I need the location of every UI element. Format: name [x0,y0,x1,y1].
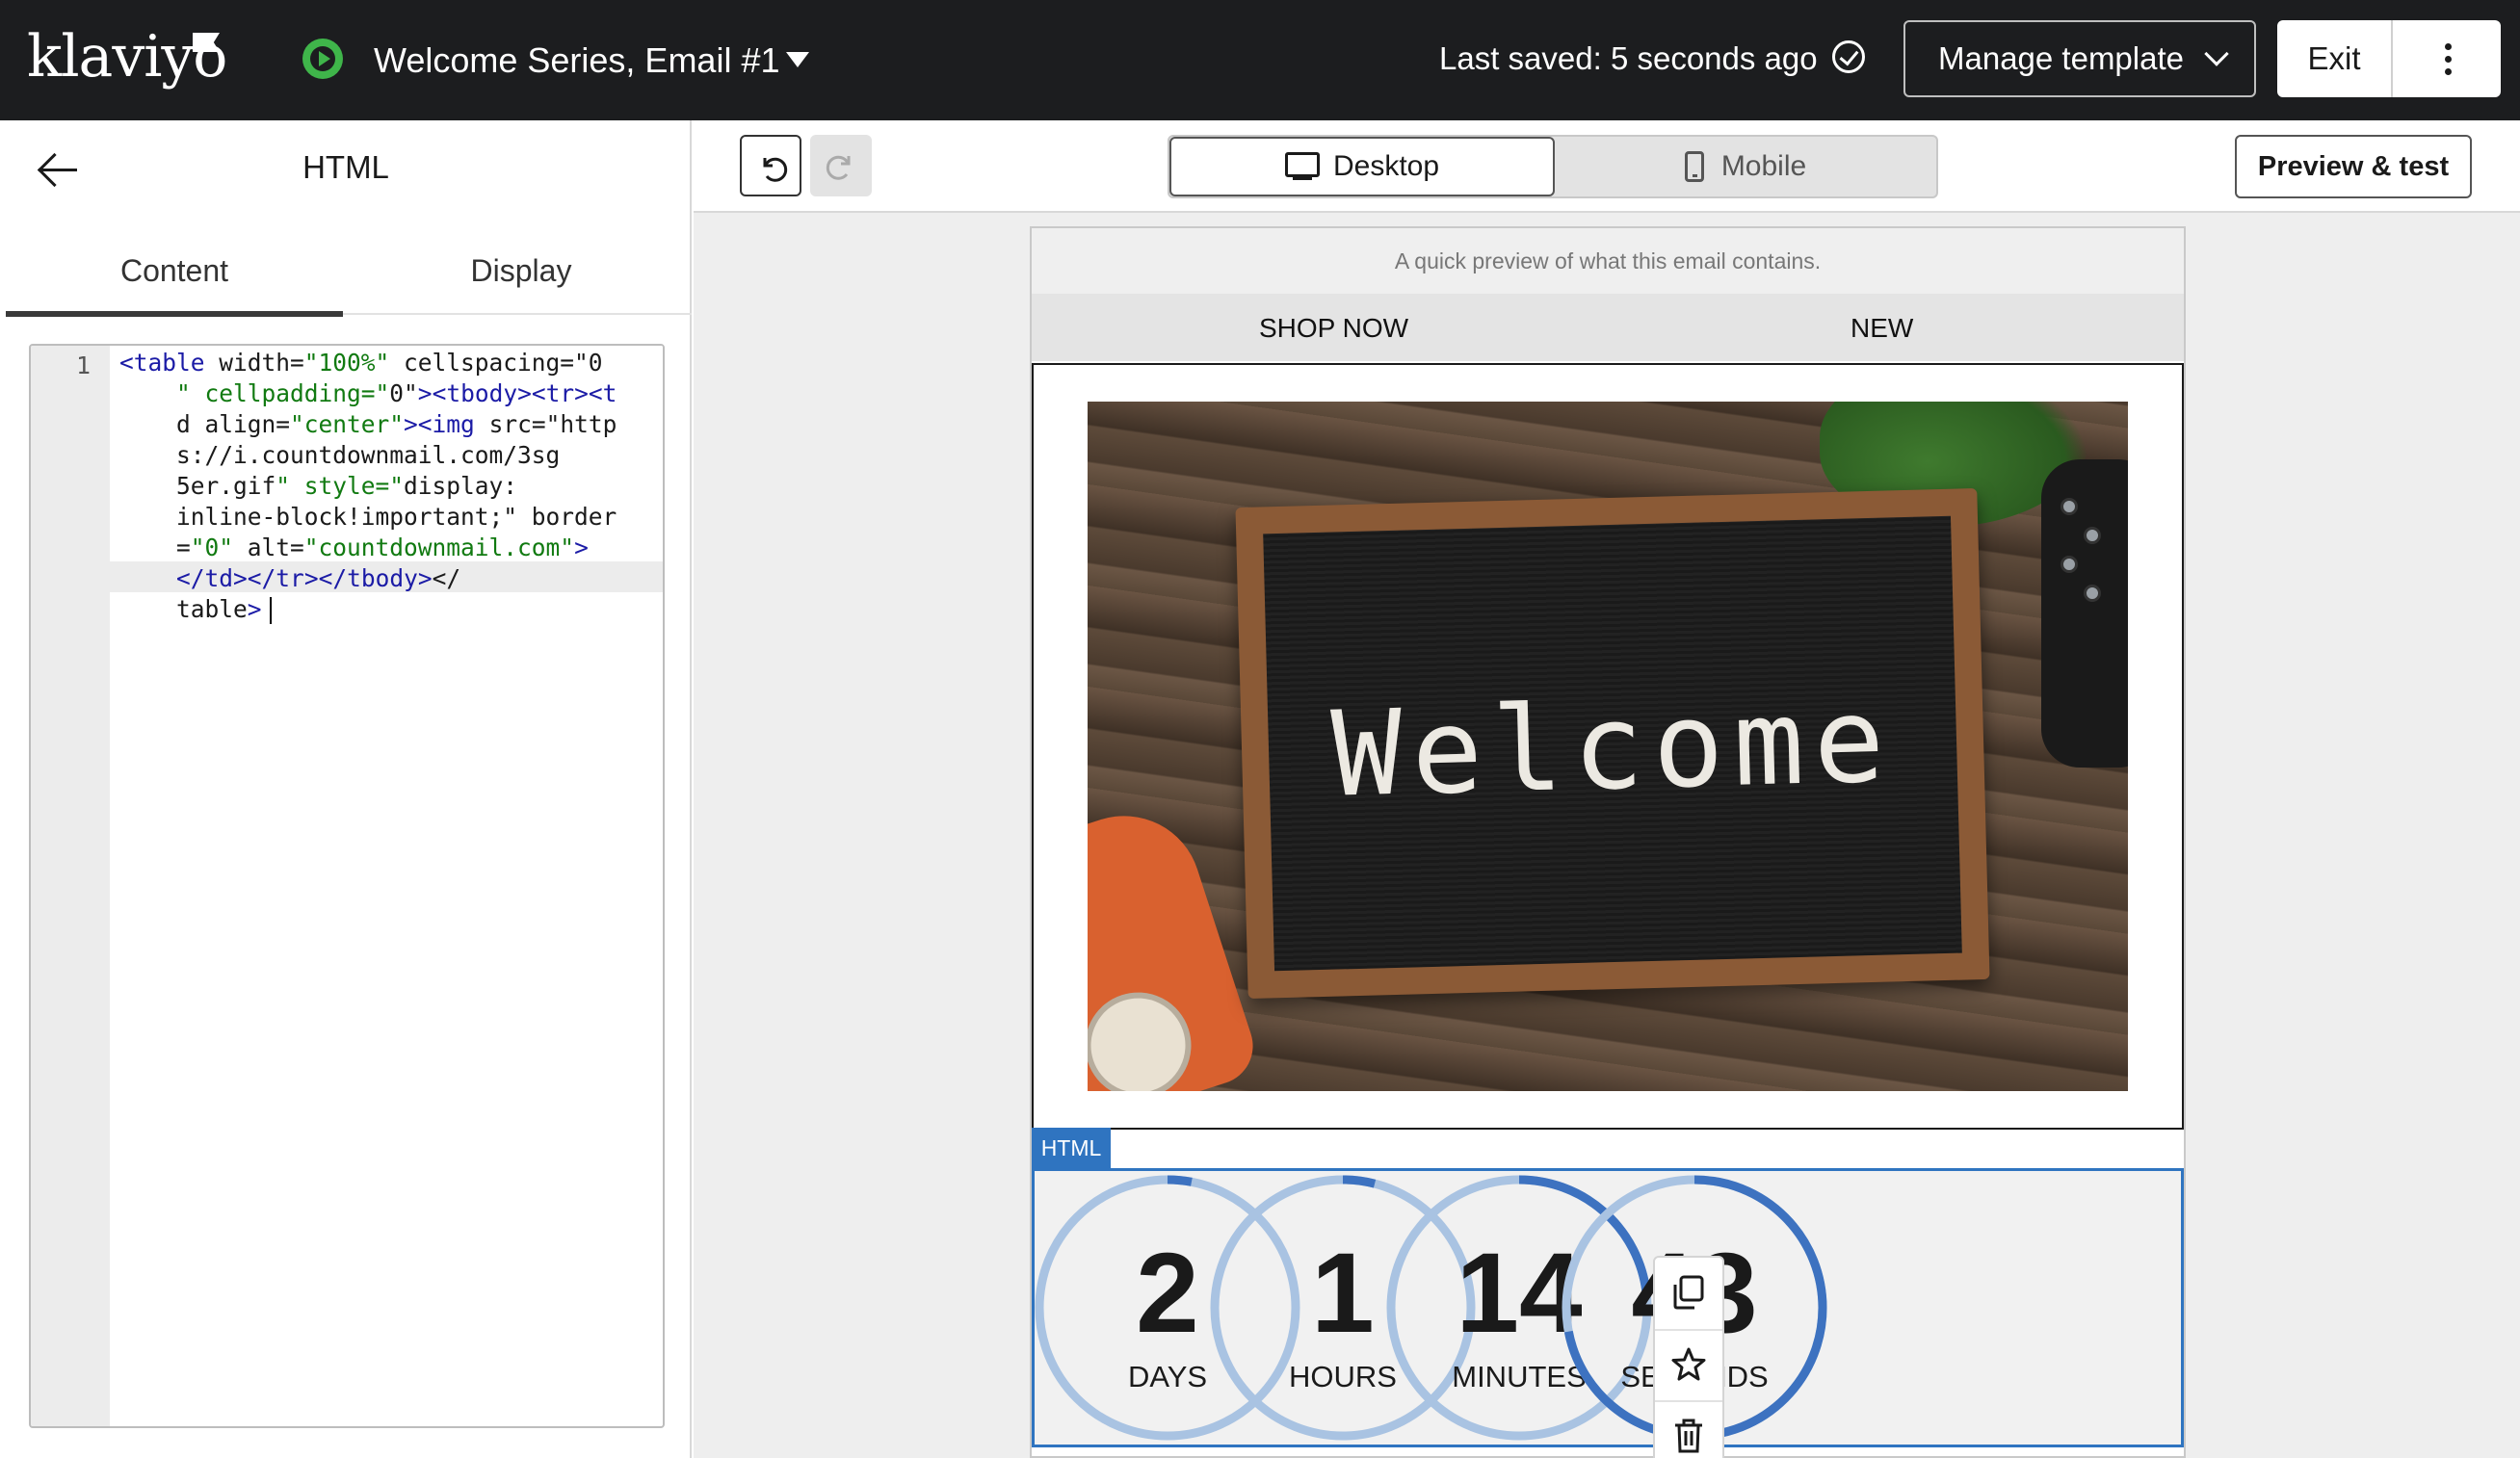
typewriter [2041,459,2128,768]
image-block[interactable]: Welcome [1032,363,2184,1130]
more-options-icon[interactable] [2395,20,2501,97]
saved-check-icon [1832,40,1865,73]
code-content[interactable]: <table width="100%" cellspacing="0 " cel… [119,348,659,625]
letter-board: Welcome [1235,488,1990,999]
html-code-editor[interactable]: 1 <table width="100%" cellspacing="0 " c… [29,344,665,1428]
nav-link-new[interactable]: NEW [1851,313,1913,344]
block-actions [1653,1256,1724,1458]
save-block-button[interactable] [1655,1329,1722,1398]
campaign-title[interactable]: Welcome Series, Email #1 [374,40,780,81]
hero-image: Welcome [1088,402,2128,1091]
rotary-phone [1088,795,1263,1091]
caret-down-icon[interactable] [786,52,809,67]
undo-button[interactable] [740,135,801,196]
manage-template-button[interactable]: Manage template [1903,20,2256,97]
letter-board-felt: Welcome [1263,515,1962,972]
email-preview: A quick preview of what this email conta… [1030,226,2186,1458]
exit-group: Exit [2277,20,2501,97]
undo-icon [763,157,788,182]
manage-template-label: Manage template [1938,40,2184,76]
device-toggle: Desktop Mobile [1168,135,1938,198]
email-workspace: Desktop Mobile Preview & test A quick pr… [694,120,2520,1458]
line-number: 1 [75,351,91,379]
line-gutter [31,346,110,1426]
desktop-label: Desktop [1332,150,1440,182]
phone-dial [1088,978,1205,1091]
block-editor-panel: HTML Content Display 1 <table width="100… [0,120,692,1458]
panel-title: HTML [302,149,389,185]
email-nav-bar[interactable]: SHOP NOW NEW [1032,294,2184,361]
delete-button[interactable] [1655,1400,1722,1458]
countdown-timer-block[interactable]: 2DAYS1HOURS14MINUTES43SECONDS [1032,1168,2184,1447]
desktop-view-button[interactable]: Desktop [1169,137,1555,196]
duplicate-button[interactable] [1655,1258,1722,1327]
tab-content[interactable]: Content [6,226,343,317]
top-bar: klaviyo Welcome Series, Email #1 Last sa… [0,0,2520,120]
phone-icon [1684,151,1704,182]
preview-test-button[interactable]: Preview & test [2235,135,2472,198]
panel-tabs: Content Display [6,226,692,317]
chevron-down-icon [2204,41,2229,66]
block-type-tag: HTML [1032,1128,1111,1168]
mobile-view-button[interactable]: Mobile [1555,137,1936,196]
exit-button[interactable]: Exit [2277,20,2393,97]
tab-display[interactable]: Display [353,226,690,315]
editor-toolbar: Desktop Mobile Preview & test [694,120,2520,213]
star-icon [1671,1347,1706,1381]
live-status-icon [302,39,343,79]
monitor-icon [1284,152,1320,181]
duplicate-icon [1673,1275,1704,1310]
letter-board-text: Welcome [1329,671,1896,823]
nav-link-shop-now[interactable]: SHOP NOW [1259,313,1408,344]
redo-button[interactable] [810,135,872,196]
text-cursor [269,597,272,624]
last-saved-status: Last saved: 5 seconds ago [1439,40,1818,76]
trash-icon [1675,1419,1702,1453]
preheader-text[interactable]: A quick preview of what this email conta… [1032,228,2184,294]
mobile-label: Mobile [1720,150,1807,182]
redo-icon [826,155,851,180]
